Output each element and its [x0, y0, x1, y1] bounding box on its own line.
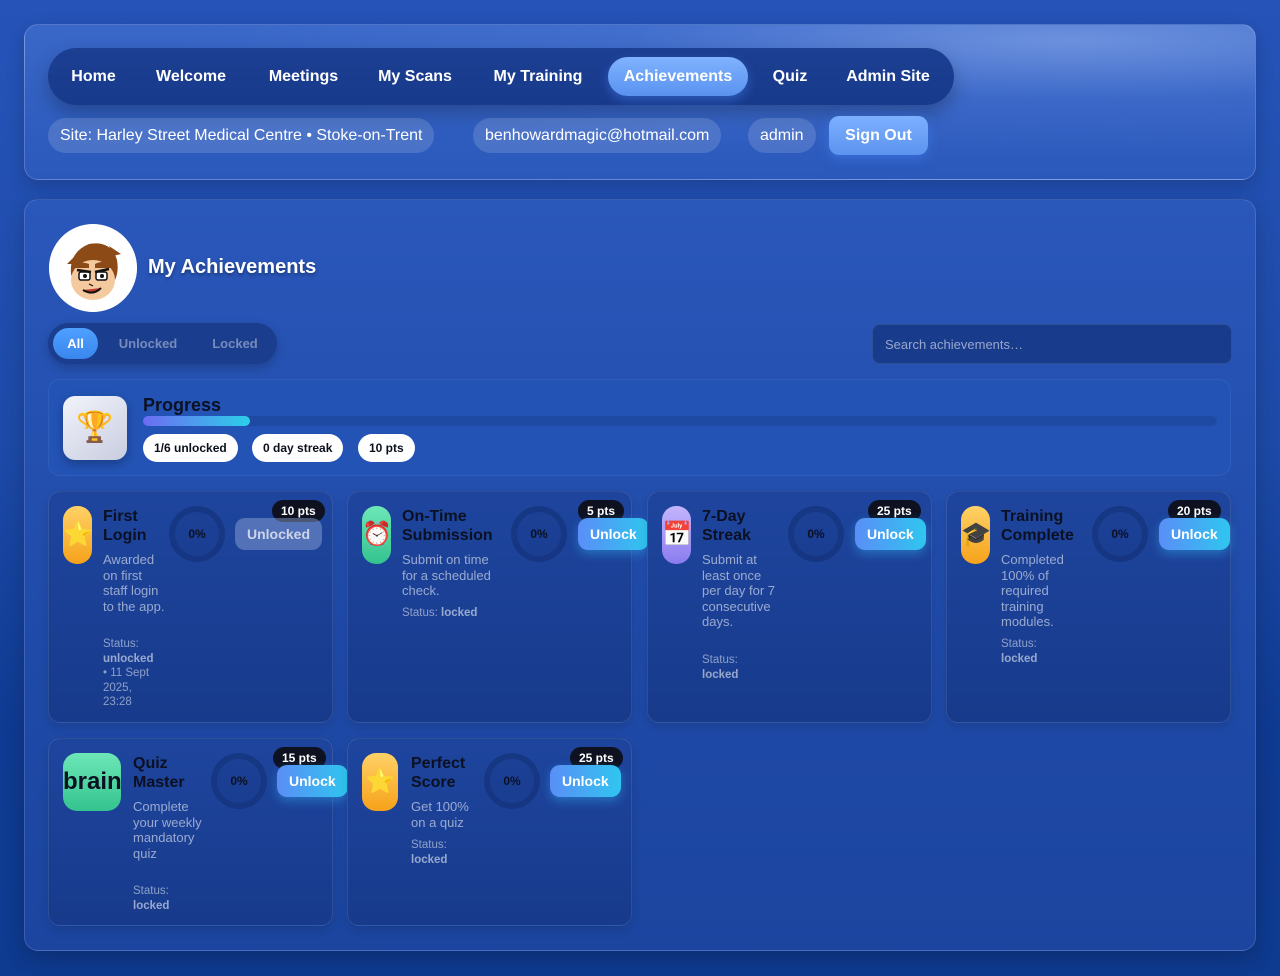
unlocked-button[interactable]: Unlocked	[235, 518, 323, 550]
cartoon-avatar-icon	[49, 224, 137, 312]
star-icon: ⭐	[362, 753, 398, 811]
nav-admin-site[interactable]: Admin Site	[834, 57, 942, 96]
star-icon: ⭐	[63, 506, 92, 564]
achievement-title: 7-Day Streak	[702, 508, 751, 544]
unlock-button[interactable]: Unlock	[855, 518, 926, 550]
search-input[interactable]	[872, 324, 1232, 364]
progress-ring: 0%	[169, 506, 225, 562]
achievement-description: Awarded on first staff login to the app.	[103, 552, 165, 614]
achievement-status: Status: locked	[411, 839, 448, 866]
brain-icon: brain	[63, 753, 121, 811]
unlock-button[interactable]: Unlock	[550, 765, 621, 797]
nav-welcome[interactable]: Welcome	[144, 57, 238, 96]
nav-meetings[interactable]: Meetings	[255, 57, 352, 96]
achievement-description: Completed 100% of required training modu…	[1001, 552, 1064, 629]
achievement-description: Get 100% on a quiz	[411, 799, 469, 830]
achievement-title: Perfect Score	[411, 755, 466, 791]
nav-my-scans[interactable]: My Scans	[366, 57, 464, 96]
achievement-status: Status: locked	[1001, 638, 1038, 665]
achievement-status: Status: unlocked • 11 Sept 2025, 23:28	[103, 638, 154, 708]
progress-bar-fill	[143, 416, 251, 426]
progress-bar	[143, 416, 1217, 426]
avatar	[49, 224, 137, 312]
filter-toggle: All Unlocked Locked	[48, 323, 277, 364]
main-nav: Home Welcome Meetings My Scans My Traini…	[48, 48, 954, 105]
email-chip: benhowardmagic@hotmail.com	[473, 118, 722, 153]
site-chip: Site: Harley Street Medical Centre • Sto…	[48, 118, 435, 153]
unlock-button[interactable]: Unlock	[277, 765, 348, 797]
nav-achievements[interactable]: Achievements	[608, 57, 748, 96]
progress-ring: 0%	[788, 506, 844, 562]
achievement-status: Status: locked	[402, 607, 478, 619]
progress-ring: 0%	[511, 506, 567, 562]
progress-title: Progress	[143, 395, 222, 415]
streak-pill: 0 day streak	[252, 434, 344, 462]
unlocked-count-pill: 1/6 unlocked	[143, 434, 238, 462]
achievement-description: Complete your weekly mandatory quiz	[133, 799, 202, 861]
nav-quiz[interactable]: Quiz	[763, 57, 817, 96]
progress-ring: 0%	[484, 753, 540, 809]
achievement-status: Status: locked	[133, 885, 170, 912]
achievement-description: Submit on time for a scheduled check.	[402, 552, 491, 598]
page-title: My Achievements	[148, 256, 317, 278]
achievement-title: Quiz Master	[133, 755, 185, 791]
nav-home[interactable]: Home	[60, 57, 127, 96]
role-chip: admin	[748, 118, 816, 153]
points-pill: 10 pts	[358, 434, 415, 462]
achievement-title: Training Complete	[1001, 508, 1074, 544]
unlock-button[interactable]: Unlock	[578, 518, 649, 550]
filter-locked[interactable]: Locked	[200, 328, 270, 359]
achievement-description: Submit at least once per day for 7 conse…	[702, 552, 775, 629]
alarm-clock-icon: ⏰	[362, 506, 391, 564]
trophy-icon: 🏆	[63, 396, 127, 460]
calendar-icon: 📅	[662, 506, 691, 564]
progress-ring: 0%	[1092, 506, 1148, 562]
filter-unlocked[interactable]: Unlocked	[110, 328, 186, 359]
achievement-title: On-Time Submission	[402, 508, 493, 544]
progress-ring: 0%	[211, 753, 267, 809]
achievement-title: First Login	[103, 508, 147, 544]
unlock-button[interactable]: Unlock	[1159, 518, 1230, 550]
nav-my-training[interactable]: My Training	[481, 57, 595, 96]
sign-out-button[interactable]: Sign Out	[829, 116, 928, 155]
achievement-status: Status: locked	[702, 654, 739, 681]
filter-all[interactable]: All	[53, 328, 98, 359]
graduation-cap-icon: 🎓	[961, 506, 990, 564]
